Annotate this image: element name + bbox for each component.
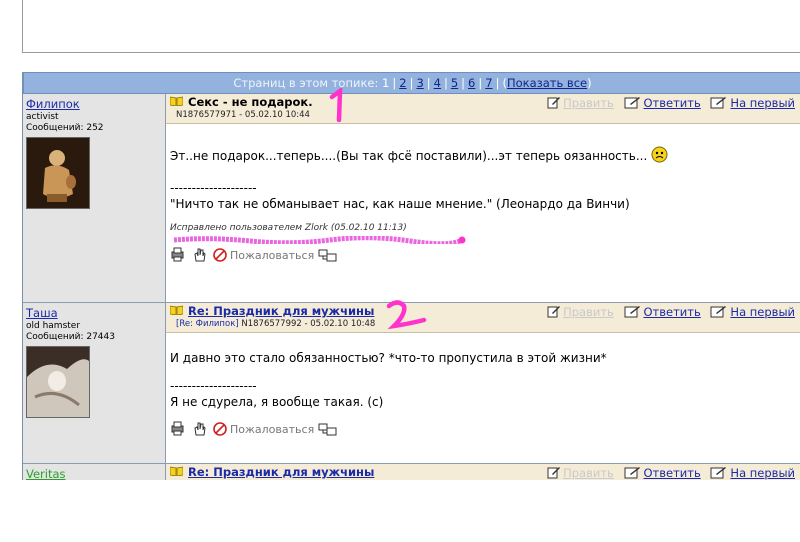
edited-note: Исправлено пользователем Zlork (05.02.10…: [170, 223, 407, 233]
highlight-scribble: [173, 236, 466, 244]
reply-first-link[interactable]: На первый: [730, 466, 795, 480]
edit-icon: [547, 467, 561, 479]
author-rank: old hamster: [26, 321, 81, 331]
complain-link[interactable]: Пожаловаться: [230, 249, 314, 262]
hand-icon[interactable]: [192, 421, 207, 436]
reply-to-link[interactable]: [Re: Филипок]: [176, 319, 239, 329]
page-2-link[interactable]: 2: [399, 76, 406, 90]
post-header: Секс - не подарок. N1876577971 - 05.02.1…: [166, 94, 800, 124]
page-3-link[interactable]: 3: [416, 76, 423, 90]
topic-container: Страниц в этом топике: 1 | 2 | 3 | 4 | 5 | 6 | 7 | (По…: [22, 72, 800, 480]
post-body: И давно это стало обязанностью? *что-то …: [166, 351, 800, 436]
post: Филипок activist Сообщений: 252 Секс - н…: [23, 94, 800, 303]
complain-link[interactable]: Пожаловаться: [230, 423, 314, 436]
edit-link[interactable]: Править: [563, 466, 614, 480]
reply-first-icon: [710, 97, 727, 109]
text-area: [22, 0, 800, 53]
sad-smiley-icon: [651, 146, 668, 163]
author-message-count: Сообщений: 252: [26, 123, 104, 133]
post-actions: Править Ответить На первый: [541, 96, 795, 110]
reply-first-icon: [710, 306, 727, 318]
signature: "Ничто так не обманывает нас, как наше м…: [170, 197, 630, 211]
author-rank: activist: [26, 112, 59, 122]
open-book-icon: [170, 305, 183, 315]
annotation-number-1: 1: [326, 88, 343, 123]
author-name-link[interactable]: Филипок: [26, 97, 162, 111]
show-all-link[interactable]: Показать все: [507, 76, 587, 90]
author-panel: Veritas: [23, 464, 166, 480]
share-icon[interactable]: [318, 247, 338, 262]
complain-icon: [213, 422, 227, 436]
page-6-link[interactable]: 6: [468, 76, 475, 90]
reply-first-icon: [710, 467, 727, 479]
author-message-count: Сообщений: 27443: [26, 332, 115, 342]
post-tools: Пожаловаться: [170, 247, 797, 262]
post-text: И давно это стало обязанностью? *что-то …: [170, 351, 607, 365]
page-1-current: 1: [382, 76, 390, 90]
page-4-link[interactable]: 4: [434, 76, 441, 90]
reply-icon: [624, 97, 640, 109]
print-icon[interactable]: [170, 247, 185, 262]
avatar: [26, 346, 90, 418]
post-header: Re: Праздник для мужчины [Re: Филипок] N…: [166, 303, 800, 333]
avatar: [26, 137, 90, 209]
post-actions: Править Ответить На первый: [541, 305, 795, 319]
post-title: Секс - не подарок.: [188, 95, 313, 109]
reply-first-link[interactable]: На первый: [730, 96, 795, 110]
post-actions: Править Ответить На первый: [541, 466, 795, 480]
reply-icon: [624, 306, 640, 318]
post-text: Эт..не подарок...теперь....(Вы так фсё п…: [170, 149, 648, 163]
author-name-link[interactable]: Таша: [26, 306, 162, 320]
open-book-icon: [170, 96, 183, 106]
reply-link[interactable]: Ответить: [644, 466, 701, 480]
post-meta: N1876577971 - 05.02.10 10:44: [176, 110, 310, 120]
annotation-number-2: 2: [384, 298, 427, 330]
post-tools: Пожаловаться: [170, 421, 797, 436]
author-name-link[interactable]: Veritas: [26, 467, 162, 480]
author-panel: Таша old hamster Сообщений: 27443: [23, 303, 166, 463]
signature-separator: --------------------: [170, 181, 257, 195]
print-icon[interactable]: [170, 421, 185, 436]
signature: Я не сдурела, я вообще такая. (с): [170, 395, 384, 409]
post-meta: [Re: Филипок] N1876577992 - 05.02.10 10:…: [176, 319, 376, 329]
post-header: Re: Праздник для мужчины Править Ответит…: [166, 464, 800, 480]
svg-text:1: 1: [326, 88, 327, 89]
edit-link[interactable]: Править: [563, 96, 614, 110]
post: Veritas Re: Праздник для мужчины Править…: [23, 464, 800, 480]
reply-link[interactable]: Ответить: [644, 96, 701, 110]
signature-separator: --------------------: [170, 379, 257, 393]
complain-icon: [213, 248, 227, 262]
open-book-icon: [170, 466, 183, 476]
page-7-link[interactable]: 7: [485, 76, 492, 90]
page-navigator: Страниц в этом топике: 1 | 2 | 3 | 4 | 5 | 6 | 7 | (По…: [23, 72, 800, 94]
edit-icon: [547, 306, 561, 318]
svg-text:2: 2: [384, 298, 385, 299]
pager-label: Страниц в этом топике:: [233, 76, 379, 90]
hand-icon[interactable]: [192, 247, 207, 262]
reply-icon: [624, 467, 640, 479]
share-icon[interactable]: [318, 421, 338, 436]
reply-first-link[interactable]: На первый: [730, 305, 795, 319]
post-body: Эт..не подарок...теперь....(Вы так фсё п…: [166, 146, 800, 262]
post-title-link[interactable]: Re: Праздник для мужчины: [188, 304, 374, 318]
edit-icon: [547, 97, 561, 109]
post-title-link[interactable]: Re: Праздник для мужчины: [188, 465, 374, 479]
reply-link[interactable]: Ответить: [644, 305, 701, 319]
page-5-link[interactable]: 5: [451, 76, 458, 90]
author-panel: Филипок activist Сообщений: 252: [23, 94, 166, 302]
edit-link[interactable]: Править: [563, 305, 614, 319]
